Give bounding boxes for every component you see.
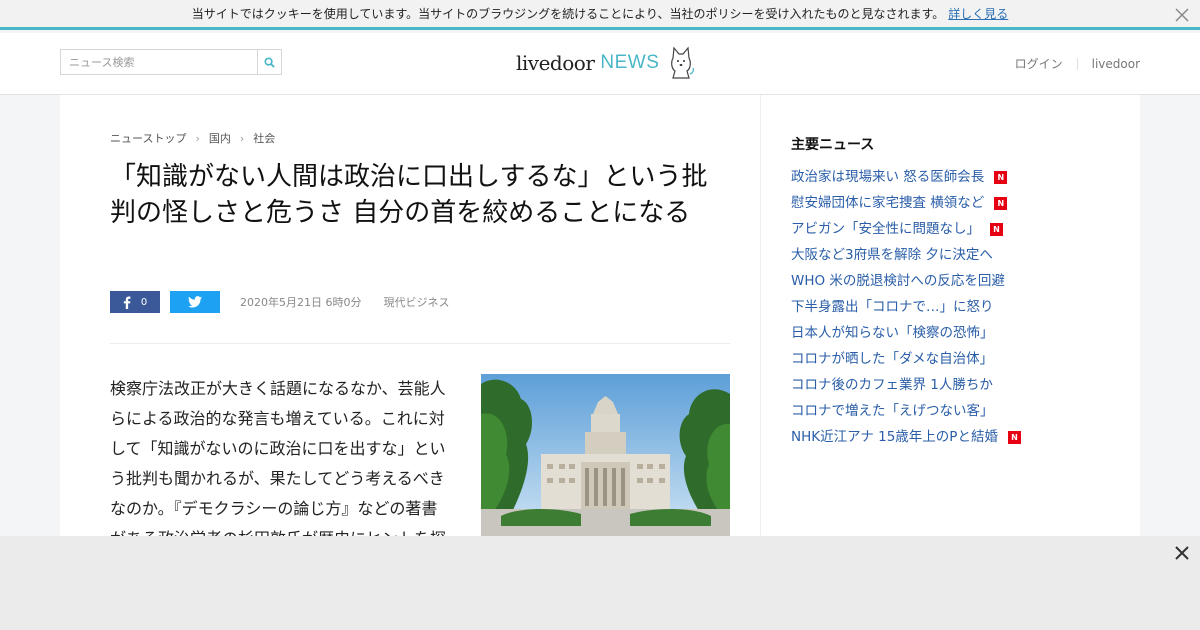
site-header: livedoor NEWS ログイン livedoor [0,33,1200,95]
news-item-label: 政治家は現場来い 怒る医師会長 [791,169,985,185]
article-photo-diet-building[interactable] [481,374,730,536]
news-item[interactable]: アビガン「安全性に問題なし」 N [791,216,1021,242]
news-item-label: アビガン「安全性に問題なし」 [791,221,980,237]
breadcrumb-item-domestic[interactable]: 国内 [209,130,231,146]
facebook-icon [123,296,131,309]
news-item[interactable]: コロナで増えた「えげつない客」 [791,398,1021,424]
nav-divider [1076,57,1078,70]
news-item-label: コロナ後のカフェ業界 1人勝ちか [791,377,993,393]
sidebar: 主要ニュース 政治家は現場来い 怒る医師会長 N 慰安婦団体に家宅捜査 横領など N… [760,95,1140,536]
logo-livedoor: livedoor [516,51,595,75]
top-news-list: 政治家は現場来い 怒る医師会長 N 慰安婦団体に家宅捜査 横領など N アビガン「安… [791,164,1021,450]
header-nav: ログイン livedoor [1015,55,1140,72]
twitter-share-button[interactable] [170,291,220,313]
article-date: 2020年5月21日 6時0分 [240,296,362,309]
breadcrumb: ニューストップ › 国内 › 社会 [110,130,275,146]
new-badge: N [994,196,1008,210]
news-item-label: 日本人が知らない「検察の恐怖」 [791,325,994,341]
cookie-message: 当サイトではクッキーを使用しています。当サイトのブラウジングを続けることにより、… [191,7,945,21]
breadcrumb-item-society[interactable]: 社会 [253,130,275,146]
news-item[interactable]: 大阪など3府県を解除 夕に決定へ [791,242,1021,268]
news-item[interactable]: 日本人が知らない「検察の恐怖」 [791,320,1021,346]
news-item-label: コロナで増えた「えげつない客」 [791,403,994,419]
news-item[interactable]: コロナが晒した「ダメな自治体」 [791,346,1021,372]
article-source[interactable]: 現代ビジネス [383,296,449,309]
news-item[interactable]: 下半身露出「コロナで…」に怒り [791,294,1021,320]
search-icon [264,56,275,68]
news-item[interactable]: 政治家は現場来い 怒る医師会長 N [791,164,1021,190]
news-item-label: NHK近江アナ 15歳年上のPと結婚 [791,429,998,445]
sidebar-heading: 主要ニュース [791,137,875,153]
breadcrumb-item-top[interactable]: ニューストップ [110,130,186,146]
news-item-label: WHO 米の脱退検討への反応を回避 [791,273,1005,289]
close-icon[interactable] [1174,7,1190,23]
news-item[interactable]: 慰安婦団体に家宅捜査 横領など N [791,190,1021,216]
news-item-label: 下半身露出「コロナで…」に怒り [791,299,994,315]
ad-overlay [0,536,1200,630]
article-title: 「知識がない人間は政治に口出しするな」という批判の怪しさと危うさ 自分の首を絞め… [110,162,708,228]
cookie-banner: 当サイトではクッキーを使用しています。当サイトのブラウジングを続けることにより、… [0,0,1200,30]
chevron-right-icon: › [239,131,245,145]
divider [110,343,730,344]
news-item-label: 大阪など3府県を解除 夕に決定へ [791,247,993,263]
article-body: 検察庁法改正が大きく話題になるなか、芸能人らによる政治的な発言も増えている。これ… [110,379,446,548]
news-item[interactable]: NHK近江アナ 15歳年上のPと結婚 N [791,424,1021,450]
close-icon[interactable] [1173,544,1191,562]
share-row: 0 2020年5月21日 6時0分 現代ビジネス [110,291,449,313]
new-badge: N [1007,430,1021,444]
new-badge: N [994,170,1008,184]
search-box [60,49,282,75]
search-input[interactable] [61,50,257,74]
cookie-details-link[interactable]: 詳しく見る [948,7,1008,21]
livedoor-link[interactable]: livedoor [1092,57,1140,71]
search-button[interactable] [257,50,281,74]
article-main: ニューストップ › 国内 › 社会 「知識がない人間は政治に口出しするな」という… [60,95,760,548]
chevron-right-icon: › [195,131,200,145]
site-logo[interactable]: livedoor NEWS [516,45,695,81]
news-item-label: 慰安婦団体に家宅捜査 横領など [791,195,985,211]
news-item-label: コロナが晒した「ダメな自治体」 [791,351,994,367]
article-meta: 2020年5月21日 6時0分 現代ビジネス [240,294,449,310]
diet-building-image [481,374,730,536]
twitter-icon [188,296,202,308]
logo-news: NEWS [600,52,660,73]
login-link[interactable]: ログイン [1015,55,1063,72]
news-item[interactable]: コロナ後のカフェ業界 1人勝ちか [791,372,1021,398]
facebook-share-button[interactable]: 0 [110,291,160,313]
dog-mascot-icon [671,46,695,79]
new-badge: N [990,222,1003,236]
facebook-share-count: 0 [140,296,148,308]
news-item[interactable]: WHO 米の脱退検討への反応を回避 [791,268,1021,294]
